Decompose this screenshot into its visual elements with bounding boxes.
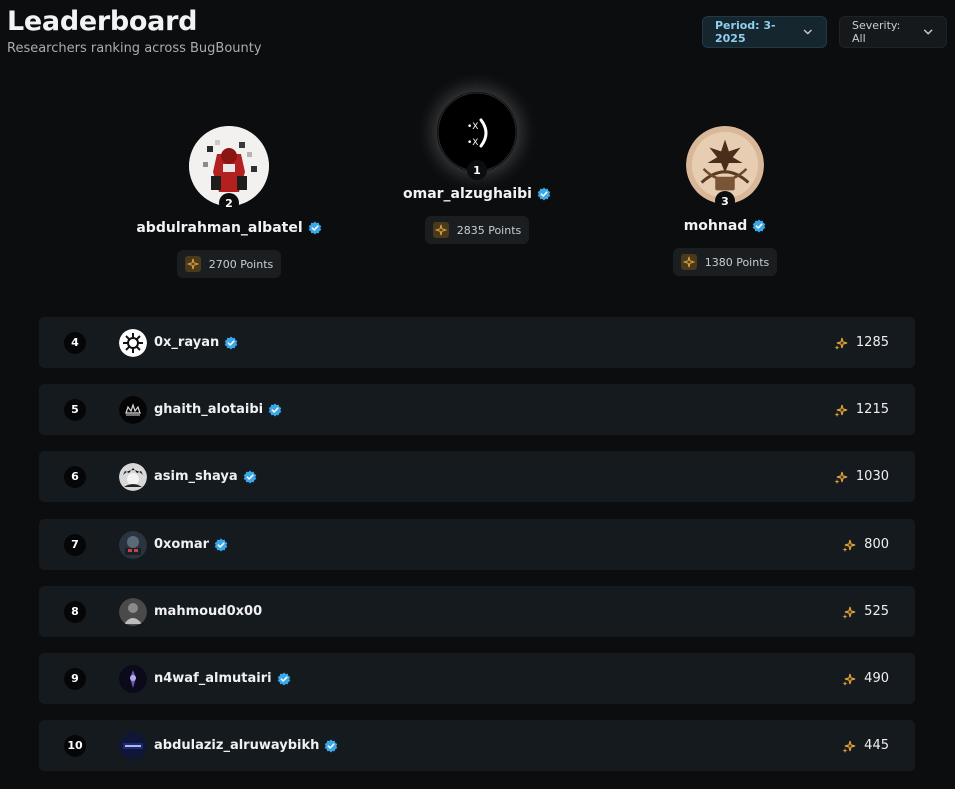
rank-badge: 5 [64,398,86,421]
verified-icon [308,221,321,235]
table-row[interactable]: 8 mahmoud0x00 525 [39,586,915,637]
svg-text:•X: •X [467,122,478,132]
severity-filter-label: Severity: All [852,19,901,45]
rank-badge: 2 [219,193,239,213]
podium-name: omar_alzughaibi [403,186,532,202]
points-chip: 2835 Points [424,216,530,244]
points-value: 1285 [855,335,889,350]
verified-icon [277,672,290,685]
researcher-name[interactable]: n4waf_almutairi [154,671,272,686]
avatar [119,462,147,491]
avatar [119,328,147,357]
verified-icon [224,336,238,349]
avatar: 3 [686,126,764,211]
researcher-name[interactable]: asim_shaya [154,469,238,484]
table-row[interactable]: 4 0x_rayan 1285 [39,317,915,368]
researcher-name[interactable]: 0xomar [154,537,209,552]
points-value: 525 [864,604,889,619]
sparkle-icon [834,404,848,417]
points-value: 800 [864,537,889,552]
verified-icon [752,219,766,233]
table-row[interactable]: 9 n4waf_almutairi 490 [39,653,915,704]
points-value: 1380 Points [704,255,770,269]
table-row[interactable]: 7 0xomar 800 [39,519,915,570]
podium-first[interactable]: •X •X 1 omar_alzughaibi 2835 Points [392,92,562,244]
table-row[interactable]: 5 ghaith_alotaibi 1215 [39,384,915,435]
svg-text:•X: •X [467,138,478,148]
sparkle-icon [842,740,856,753]
points-value: 2700 Points [208,257,274,271]
podium-third[interactable]: 3 mohnad 1380 Points [640,126,810,276]
rank-badge: 1 [467,160,487,180]
table-row[interactable]: 6 asim_shaya 1030 [39,451,915,502]
rank-badge: 9 [64,667,86,690]
points-chip: 1380 Points [672,248,778,276]
page-title: Leaderboard [7,6,198,37]
points-value: 1030 [855,469,889,484]
rank-badge: 10 [64,734,86,757]
points-value: 2835 Points [456,223,522,237]
severity-filter-button[interactable]: Severity: All [839,16,947,48]
points-value: 445 [864,738,889,753]
sparkle-icon [184,256,201,272]
sparkle-icon [834,471,848,484]
verified-icon [325,739,338,752]
avatar [119,731,147,760]
rank-badge: 3 [715,191,735,211]
period-filter-button[interactable]: Period: 3-2025 [702,16,827,48]
sparkle-icon [680,254,697,270]
points-chip: 2700 Points [176,250,282,278]
podium-name: abdulrahman_albatel [136,220,303,236]
points-value: 490 [864,671,889,686]
verified-icon [537,187,551,201]
verified-icon [243,470,256,483]
chevron-down-icon [923,29,933,35]
researcher-name[interactable]: mahmoud0x00 [154,604,262,619]
chevron-down-icon [804,29,813,35]
avatar: 2 [189,126,269,213]
verified-icon [214,538,228,551]
sparkle-icon [842,606,856,619]
table-row[interactable]: 10 abdulaziz_alruwaybikh 445 [39,720,915,771]
avatar [119,597,147,626]
sparkle-icon [842,673,856,686]
researcher-name[interactable]: ghaith_alotaibi [154,402,263,417]
points-value: 1215 [855,402,889,417]
rank-badge: 6 [64,465,86,488]
sparkle-icon [842,539,856,552]
page-subtitle: Researchers ranking across BugBounty [7,41,262,56]
rank-badge: 8 [64,600,86,623]
podium-name: mohnad [683,218,748,234]
verified-icon [268,403,282,416]
avatar: •X •X 1 [437,92,517,180]
rank-badge: 4 [64,331,86,354]
podium-second[interactable]: 2 abdulrahman_albatel 2700 Points [136,126,321,278]
rank-badge: 7 [64,533,86,556]
period-filter-label: Period: 3-2025 [715,19,776,45]
sparkle-icon [432,222,449,238]
sparkle-icon [834,337,848,350]
researcher-name[interactable]: abdulaziz_alruwaybikh [154,738,319,753]
avatar [119,530,147,559]
researcher-name[interactable]: 0x_rayan [154,335,219,350]
avatar [119,664,147,693]
avatar [119,395,147,424]
